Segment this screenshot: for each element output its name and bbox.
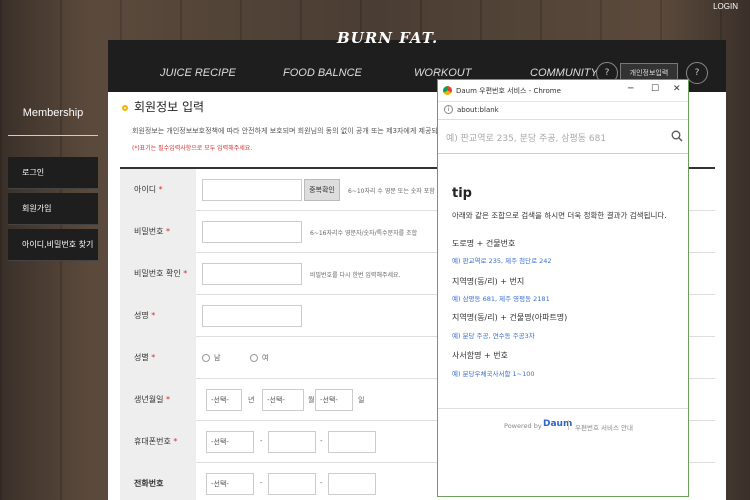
gender-male-radio[interactable] [202, 354, 210, 362]
phone-last-input[interactable] [328, 473, 376, 495]
popup-url: about:blank [457, 106, 499, 114]
required-note: (*)표기는 필수입력사항으로 모두 입력해주세요. [132, 145, 253, 152]
nav-menu-button[interactable]: ? [686, 62, 708, 84]
nav-workout[interactable]: WORKOUT [414, 67, 471, 79]
sidebar-item-find-account[interactable]: 아이디,비밀번호 찾기 [8, 229, 98, 261]
close-icon[interactable]: ✕ [673, 84, 681, 94]
service-guide-link[interactable]: 우편번호 서비스 안내 [575, 422, 633, 432]
sidebar-title: Membership [8, 106, 98, 136]
field-label: 생년월일 * [120, 379, 196, 421]
chrome-icon [443, 86, 452, 95]
birth-day-select[interactable]: -선택- [315, 389, 353, 411]
phone-middle-input[interactable] [268, 473, 316, 495]
field-label: 성별 * [120, 337, 196, 379]
field-label: 성명 * [120, 295, 196, 337]
tip-description: 아래와 같은 조합으로 검색을 하시면 더욱 정확한 결과가 검색됩니다. [452, 211, 667, 220]
popup-footer: Powered by Daum 우편번호 서비스 안내 [438, 408, 688, 441]
sidebar-item-login[interactable]: 로그인 [8, 157, 98, 189]
page-title: 회원정보 입력 [122, 98, 204, 115]
powered-by-label: Powered by [504, 422, 542, 430]
search-icon[interactable] [671, 130, 683, 142]
check-duplicate-button[interactable]: 중복확인 [304, 179, 340, 201]
tip-heading: 지역명(동/리) + 번지 [452, 277, 525, 286]
field-label: 휴대폰번호 * [120, 421, 196, 463]
nav-community[interactable]: COMMUNITY [530, 67, 598, 79]
password-confirm-hint: 비밀번호를 다시 한번 입력해주세요. [310, 272, 401, 279]
site-logo[interactable]: BURN FAT. [337, 29, 438, 47]
popup-titlebar[interactable]: Daum 우편번호 서비스 - Chrome ─ ☐ ✕ [438, 80, 688, 102]
gender-male-label: 남 [214, 354, 221, 362]
divider [568, 420, 569, 430]
birth-year-label: 년 [248, 396, 255, 404]
minimize-icon[interactable]: ─ [628, 84, 633, 94]
tip-example: 예) 분당 주공, 연수동 주공3차 [452, 332, 535, 340]
tip-heading: 도로명 + 건물번호 [452, 239, 516, 248]
birth-month-select[interactable]: -선택- [262, 389, 304, 411]
nav-food-balance[interactable]: FOOD BALNCE [283, 67, 362, 79]
popup-address-bar[interactable]: i about:blank [438, 102, 688, 120]
birth-month-label: 월 [308, 396, 315, 404]
id-hint: 6~10자리 수 영문 또는 숫자 포함 가능 [348, 188, 448, 195]
page-title-text: 회원정보 입력 [134, 100, 205, 114]
phone-prefix-select[interactable]: -선택- [206, 473, 254, 495]
address-search-placeholder: 예) 판교역로 235, 분당 주공, 삼평동 681 [446, 134, 607, 144]
field-label: 아이디 * [120, 169, 196, 211]
tip-heading: 사서함명 + 번호 [452, 351, 508, 360]
birth-year-select[interactable]: -선택- [206, 389, 242, 411]
gender-female-label: 여 [262, 354, 269, 362]
address-search-field[interactable]: 예) 판교역로 235, 분당 주공, 삼평동 681 [438, 121, 688, 154]
dash: - [260, 437, 263, 445]
dash: - [320, 479, 323, 487]
name-input[interactable] [202, 305, 302, 327]
login-link[interactable]: LOGIN [713, 2, 738, 11]
dash: - [260, 479, 263, 487]
bullet-icon [122, 104, 128, 111]
tip-example: 예) 삼평동 681, 제주 영평동 2181 [452, 295, 550, 303]
mobile-last-input[interactable] [328, 431, 376, 453]
nav-juice-recipe[interactable]: JUICE RECIPE [160, 67, 236, 79]
gender-female-radio[interactable] [250, 354, 258, 362]
field-label: 비밀번호 * [120, 211, 196, 253]
tip-example: 예) 판교역로 235, 제주 첨단로 242 [452, 257, 552, 265]
password-input[interactable] [202, 221, 302, 243]
sidebar: Membership 로그인 회원가입 아이디,비밀번호 찾기 [0, 92, 108, 500]
postcode-popup-window: Daum 우편번호 서비스 - Chrome ─ ☐ ✕ i about:bla… [437, 79, 689, 497]
tip-example: 예) 분당우체국사서함 1~100 [452, 370, 535, 378]
id-input[interactable] [202, 179, 302, 201]
tip-heading: 지역명(동/리) + 건물명(아파트명) [452, 313, 568, 322]
form-description: 회원정보는 개인정보보호정책에 따라 안전하게 보호되며 회원님의 동의 없이 … [132, 127, 438, 135]
field-label: 비밀번호 확인 * [120, 253, 196, 295]
sidebar-item-signup[interactable]: 회원가입 [8, 193, 98, 225]
maximize-icon[interactable]: ☐ [651, 84, 659, 94]
field-label: 전화번호 [120, 463, 196, 500]
password-confirm-input[interactable] [202, 263, 302, 285]
mobile-middle-input[interactable] [268, 431, 316, 453]
mobile-prefix-select[interactable]: -선택- [206, 431, 254, 453]
password-hint: 6~16자리수 영문자/숫자/특수문자를 조합 [310, 230, 418, 237]
birth-day-label: 일 [358, 396, 365, 404]
tip-title: tip [452, 186, 472, 201]
dash: - [320, 437, 323, 445]
info-icon[interactable]: i [444, 105, 453, 114]
popup-title: Daum 우편번호 서비스 - Chrome [456, 87, 561, 95]
